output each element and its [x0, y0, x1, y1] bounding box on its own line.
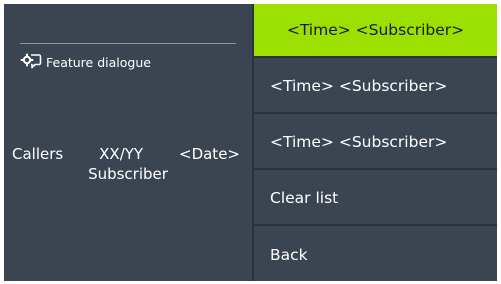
caller-status: Callers XX/YY <Date> Subscriber: [4, 144, 252, 184]
status-subscriber: Subscriber: [88, 165, 168, 183]
feature-dialogue-label: Feature dialogue: [46, 54, 151, 70]
feature-dialogue-header: Feature dialogue: [20, 50, 151, 74]
menu-item-label: <Time> <Subscriber>: [286, 21, 465, 39]
chat-bubble-gear-icon: [20, 51, 42, 73]
menu-item-clear-list[interactable]: Clear list: [254, 172, 497, 226]
menu-item-label: Clear list: [270, 189, 339, 207]
header-divider: [20, 43, 236, 44]
info-panel: Feature dialogue Callers XX/YY <Date> Su…: [4, 4, 252, 281]
menu-item-back[interactable]: Back: [254, 228, 497, 281]
menu-item-caller-1[interactable]: <Time> <Subscriber>: [254, 4, 497, 58]
menu-item-label: <Time> <Subscriber>: [270, 77, 448, 95]
caller-list-menu: <Time> <Subscriber> <Time> <Subscriber> …: [254, 4, 497, 281]
menu-item-label: Back: [270, 245, 308, 264]
callers-count: XX/YY: [99, 145, 144, 163]
callers-label: Callers: [12, 145, 64, 163]
phone-display: Feature dialogue Callers XX/YY <Date> Su…: [4, 4, 497, 281]
menu-item-caller-3[interactable]: <Time> <Subscriber>: [254, 116, 497, 170]
status-date: <Date>: [179, 145, 240, 163]
menu-item-caller-2[interactable]: <Time> <Subscriber>: [254, 60, 497, 114]
menu-item-label: <Time> <Subscriber>: [270, 133, 448, 151]
